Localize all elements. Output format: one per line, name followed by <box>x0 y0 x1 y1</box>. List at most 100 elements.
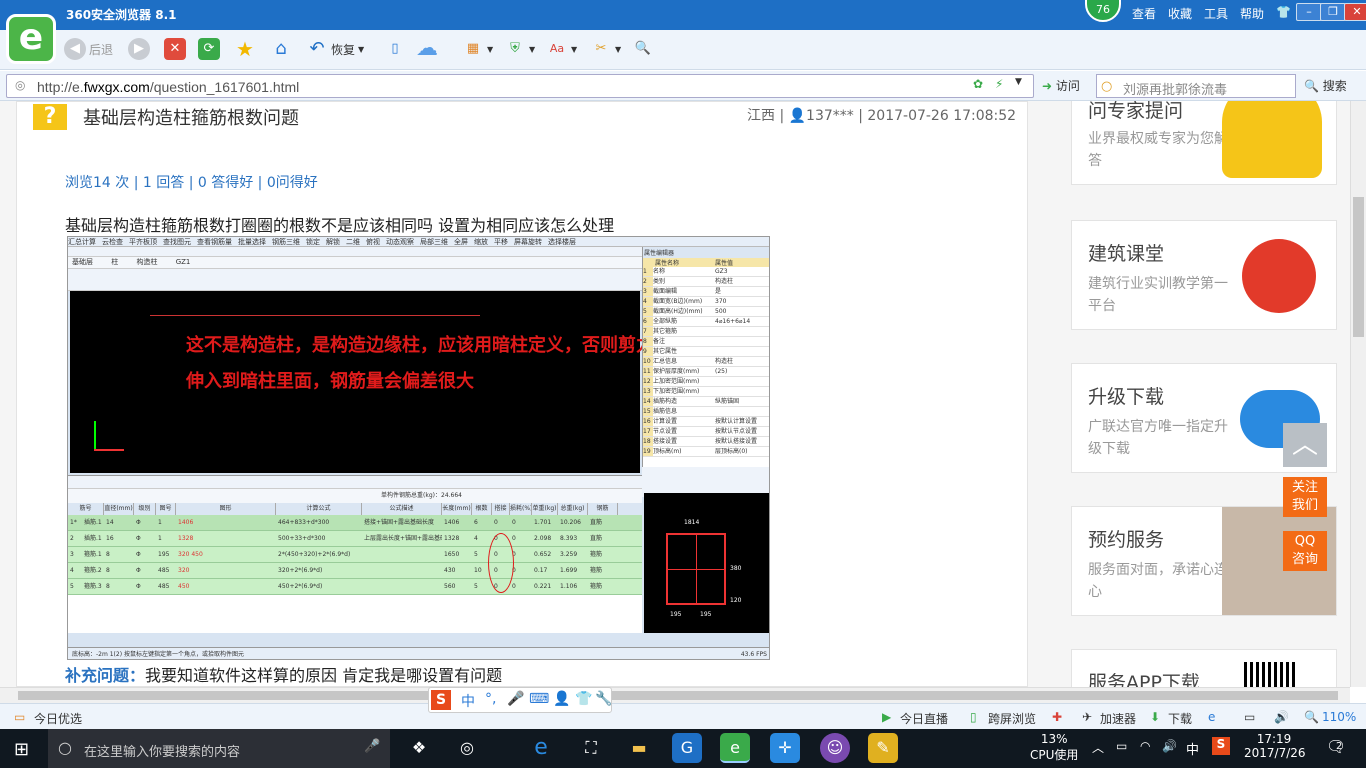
software-menu-item[interactable]: 选择楼层 <box>548 238 576 246</box>
minimize-button[interactable]: – <box>1296 3 1322 21</box>
browser-logo-icon[interactable]: e <box>6 14 56 64</box>
menu-view[interactable]: 查看 <box>1132 5 1156 22</box>
download[interactable]: 下载 <box>1168 710 1192 727</box>
shield-button[interactable]: ⛨ ▼ <box>504 36 535 62</box>
software-menu-item[interactable]: 平移 <box>494 238 508 246</box>
keyboard-icon[interactable]: ⌨ <box>529 691 549 707</box>
mic-icon[interactable]: 🎤 <box>364 739 380 754</box>
notes-icon[interactable]: ✎ <box>868 733 898 763</box>
software-menu-item[interactable]: 查看钢筋量 <box>197 238 232 246</box>
edge-icon[interactable]: e <box>526 733 556 763</box>
input-lang[interactable]: 中 <box>1186 739 1199 758</box>
property-row[interactable]: 9 其它属性 <box>643 347 769 357</box>
side-card-app[interactable]: 服务APP下载 <box>1071 649 1337 687</box>
wifi-icon[interactable]: ◠ <box>1140 739 1150 753</box>
screenshot-button[interactable]: ✂ ▼ <box>590 36 622 62</box>
software-menu-item[interactable]: 平齐板顶 <box>129 238 157 246</box>
tray-up-icon[interactable]: ︿ <box>1092 739 1104 756</box>
side-card-classroom[interactable]: 建筑课堂 建筑行业实训教学第一平台 <box>1071 220 1337 330</box>
refresh-button[interactable]: ⟳ <box>198 36 220 62</box>
property-row[interactable]: 17 节点设置 按默认节点设置 <box>643 427 769 437</box>
property-row[interactable]: 13 下加密范围(mm) <box>643 387 769 397</box>
software-menu-item[interactable]: 动态观察 <box>386 238 414 246</box>
software-menu-item[interactable]: 查找图元 <box>163 238 191 246</box>
software-menu-item[interactable]: 解锁 <box>326 238 340 246</box>
dropdown-icon[interactable]: ▼ <box>1015 77 1022 87</box>
property-row[interactable]: 10 汇总信息 构造柱 <box>643 357 769 367</box>
refresh-page-icon[interactable]: ✿ <box>973 77 983 91</box>
app-swirl-icon[interactable]: ◎ <box>452 733 482 763</box>
software-menu-item[interactable]: 缩放 <box>474 238 488 246</box>
store-icon[interactable]: ⛶ <box>576 733 606 763</box>
window-icon[interactable]: ▭ <box>1244 710 1255 724</box>
task-view-icon[interactable]: ❖ <box>404 733 434 763</box>
daily-pick[interactable]: 今日优选 <box>34 710 82 727</box>
software-menu-item[interactable]: 局部三维 <box>420 238 448 246</box>
property-row[interactable]: 19 顶标高(m) 层顶标高(0) <box>643 447 769 457</box>
software-menu-item[interactable]: 二维 <box>346 238 360 246</box>
sogou-tray-icon[interactable]: S <box>1212 737 1230 755</box>
qq-consult-button[interactable]: QQ咨询 <box>1283 531 1327 571</box>
property-row[interactable]: 16 计算设置 按默认计算设置 <box>643 417 769 427</box>
punct-icon[interactable]: °, <box>485 691 496 707</box>
app-plus-icon[interactable]: ✛ <box>770 733 800 763</box>
health-icon[interactable]: ✚ <box>1052 710 1062 724</box>
property-row[interactable]: 18 搭接设置 按默认搭接设置 <box>643 437 769 447</box>
speed-icon[interactable]: ⚡ <box>995 77 1003 91</box>
menu-tools[interactable]: 工具 <box>1204 5 1228 22</box>
software-menu-item[interactable]: 锁定 <box>306 238 320 246</box>
software-menu-item[interactable]: 全屏 <box>454 238 468 246</box>
rebar-row[interactable]: 5 箍筋.3 8 Φ 485 450 450+2*(6.9*d) 560 5 0 0 0.221 1.1… <box>68 579 642 595</box>
side-card-expert[interactable]: 问专家提问 业界最权威专家为您解答 <box>1071 101 1337 185</box>
maximize-button[interactable]: ❐ <box>1320 3 1346 21</box>
property-row[interactable]: 11 保护层厚度(mm) (25) <box>643 367 769 377</box>
menu-favorites[interactable]: 收藏 <box>1168 5 1192 22</box>
search-input[interactable]: ○ 刘源再批郭徐流毒 <box>1096 74 1296 98</box>
skin-shirt-icon[interactable]: 👕 <box>575 691 592 707</box>
menu-help[interactable]: 帮助 <box>1240 5 1264 22</box>
rebar-row[interactable]: 1* 插筋.1 14 Φ 1 1406 464+833+d*300 搭接+锚固+露出基础长度 1… <box>68 515 642 531</box>
home-button[interactable]: ⌂ <box>270 36 292 62</box>
ime-toolbar[interactable]: S 中 °, 🎤 ⌨ 👤 👕 🔧 <box>428 687 612 713</box>
windows-start-icon[interactable]: ⊞ <box>14 739 29 760</box>
vertical-scroll-thumb[interactable] <box>1353 197 1364 337</box>
software-menu-item[interactable]: 钢筋三维 <box>272 238 300 246</box>
software-menu-item[interactable]: 屏幕旋转 <box>514 238 542 246</box>
mic-icon[interactable]: 🎤 <box>507 691 524 707</box>
software-menu-item[interactable]: 汇总计算 <box>68 238 96 246</box>
property-row[interactable]: 12 上加密范围(mm) <box>643 377 769 387</box>
mobile-button[interactable]: ▯ <box>384 36 406 62</box>
ime-lang[interactable]: 中 <box>461 691 475 711</box>
user-icon[interactable]: 👤 <box>553 691 570 707</box>
volume-icon[interactable]: 🔊 <box>1162 739 1177 753</box>
browser-360-icon[interactable]: e <box>720 733 750 763</box>
property-row[interactable]: 1 名称 GZ3 <box>643 267 769 277</box>
software-menu-item[interactable]: 俯视 <box>366 238 380 246</box>
software-menu-item[interactable]: 批量选择 <box>238 238 266 246</box>
taskbar-search[interactable]: ○ 在这里输入你要搜索的内容 🎤 <box>48 729 390 768</box>
follow-us-button[interactable]: 关注我们 <box>1283 477 1327 517</box>
property-row[interactable]: 14 插筋构造 纵筋锚固 <box>643 397 769 407</box>
app-avatar-icon[interactable]: ☺ <box>820 733 850 763</box>
translate-button[interactable]: Aa ▼ <box>546 36 577 62</box>
rebar-row[interactable]: 3 箍筋.1 8 Φ 195 320 450 2*(450+320)+2*(6.9*d) 16… <box>68 547 642 563</box>
security-score-badge[interactable]: 76 <box>1085 0 1121 22</box>
search-button[interactable]: 🔍 搜索 <box>1304 77 1347 94</box>
property-row[interactable]: 8 备注 <box>643 337 769 347</box>
accelerator[interactable]: 加速器 <box>1100 710 1136 727</box>
wrench-icon[interactable]: 🔧 <box>595 691 612 707</box>
cross-screen[interactable]: 跨屏浏览 <box>988 710 1036 727</box>
clock[interactable]: 17:19 2017/7/26 <box>1244 732 1306 760</box>
cpu-usage[interactable]: 13% CPU使用 <box>1030 732 1078 763</box>
horizontal-scroll-thumb[interactable] <box>18 691 1338 700</box>
zoom-button[interactable]: 🔍 <box>632 36 654 62</box>
explorer-icon[interactable]: ▬ <box>624 733 654 763</box>
property-row[interactable]: 5 截面高(H边)(mm) 500 <box>643 307 769 317</box>
favorites-button[interactable]: ★ <box>234 36 256 62</box>
ie-icon[interactable]: e <box>1208 710 1215 724</box>
back-to-top-icon[interactable]: ︿ <box>1283 423 1327 467</box>
property-row[interactable]: 6 全部纵筋 4⌀16+6⌀14 <box>643 317 769 327</box>
volume-icon[interactable]: 🔊 <box>1274 710 1289 724</box>
app-g-icon[interactable]: G <box>672 733 702 763</box>
cloud-button[interactable]: ☁ <box>416 36 438 62</box>
